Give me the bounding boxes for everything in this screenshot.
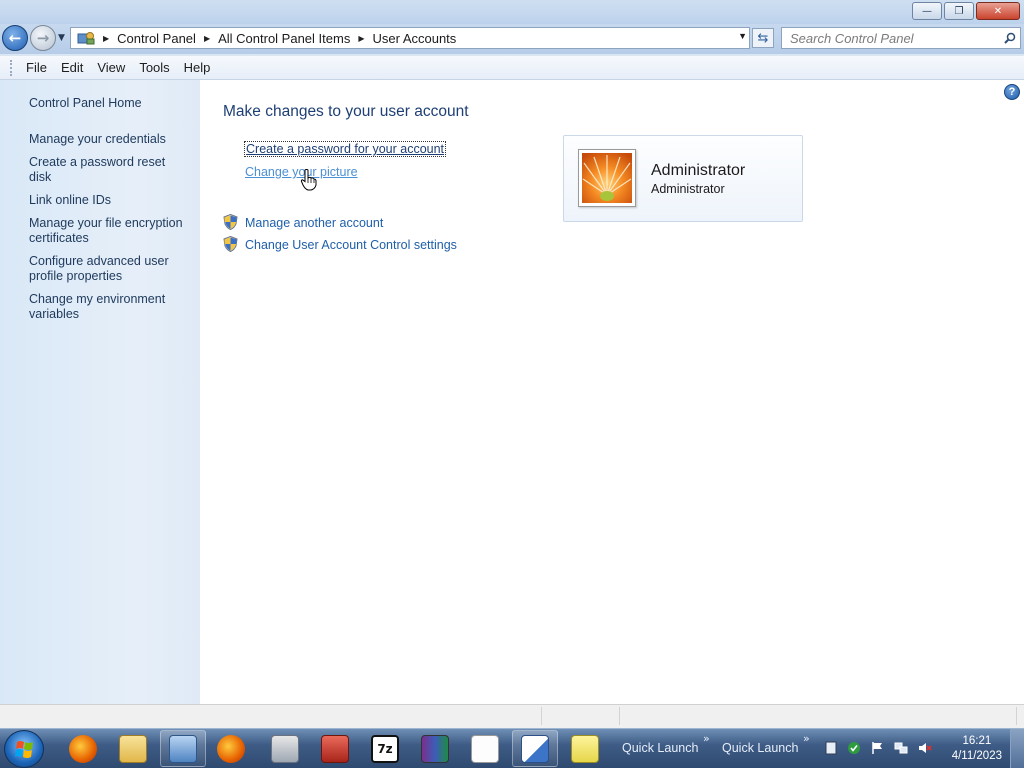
document-icon <box>471 734 499 763</box>
account-name: Administrator <box>651 162 746 179</box>
taskbar-7zip[interactable]: 7z <box>362 730 408 767</box>
sidebar-item-manage-credentials[interactable]: Manage your credentials <box>29 132 189 147</box>
taskbar-firefox-2[interactable] <box>208 730 254 767</box>
control-panel-icon <box>77 31 95 45</box>
sidebar-item-environment-variables[interactable]: Change my environment variables <box>29 292 189 322</box>
winrar-icon <box>421 734 449 763</box>
sidebar-item-file-encryption[interactable]: Manage your file encryption certificates <box>29 216 189 246</box>
forward-button[interactable]: → <box>30 25 56 51</box>
sticky-notes-icon <box>571 734 599 763</box>
manage-another-account-link[interactable]: Manage another account <box>245 216 383 230</box>
clock-time: 16:21 <box>962 735 992 747</box>
sidebar-item-profile-properties[interactable]: Configure advanced user profile properti… <box>29 254 189 284</box>
maximize-button[interactable]: ❐ <box>944 2 974 20</box>
menu-bar: File Edit View Tools Help <box>0 56 1024 80</box>
taskbar: 7z Quick Launch » Quick Launch » 16:21 4… <box>0 728 1024 768</box>
status-divider <box>619 707 620 725</box>
menu-tools[interactable]: Tools <box>132 60 176 75</box>
taskbar-sticky-notes[interactable] <box>562 730 608 767</box>
7zip-icon: 7z <box>371 734 399 763</box>
firefox-icon <box>69 734 97 763</box>
taskbar-notepad[interactable] <box>462 730 508 767</box>
address-bar[interactable]: ▶ Control Panel ▶ All Control Panel Item… <box>70 27 750 49</box>
hand-cursor-icon <box>300 169 317 191</box>
start-button[interactable] <box>4 730 44 768</box>
search-icon[interactable] <box>1000 32 1020 44</box>
breadcrumb-control-panel[interactable]: Control Panel <box>117 31 196 46</box>
taskbar-winrar[interactable] <box>412 730 458 767</box>
installer-icon <box>271 734 299 763</box>
toolbox-icon <box>321 734 349 763</box>
firefox-icon <box>217 734 245 763</box>
volume-muted-icon[interactable] <box>918 741 932 755</box>
status-bar <box>0 704 1024 728</box>
taskbar-app-installer[interactable] <box>262 730 308 767</box>
tray-document-icon[interactable] <box>824 741 838 755</box>
main-content: ? Make changes to your user account Crea… <box>200 80 1024 704</box>
security-check-icon[interactable] <box>847 741 861 755</box>
menu-edit[interactable]: Edit <box>54 60 90 75</box>
address-dropdown-icon[interactable]: ▼ <box>738 31 747 41</box>
taskbar-toolbox[interactable] <box>312 730 358 767</box>
folder-icon <box>119 734 147 763</box>
sidebar: Control Panel Home Manage your credentia… <box>0 80 200 704</box>
title-bar: — ❐ ✕ <box>0 0 1024 24</box>
account-type: Administrator <box>651 182 725 196</box>
breadcrumb-user-accounts[interactable]: User Accounts <box>372 31 456 46</box>
menu-file[interactable]: File <box>19 60 54 75</box>
uac-settings-link[interactable]: Change User Account Control settings <box>245 238 457 252</box>
flower-picture-icon <box>582 153 632 203</box>
create-password-link[interactable]: Create a password for your account <box>243 141 447 157</box>
taskbar-editor[interactable] <box>512 730 558 767</box>
taskbar-control-panel[interactable] <box>160 730 206 767</box>
recent-pages-dropdown-icon[interactable]: ▼ <box>58 33 65 43</box>
quick-launch-toolbar[interactable]: Quick Launch <box>622 741 698 755</box>
menu-grip <box>10 59 13 76</box>
uac-shield-icon <box>223 236 238 252</box>
user-picture[interactable] <box>578 149 636 207</box>
windows-logo-icon <box>15 741 33 758</box>
back-button[interactable]: ← <box>2 25 28 51</box>
chevron-right-icon[interactable]: » <box>703 732 710 745</box>
show-desktop-button[interactable] <box>1010 729 1024 768</box>
breadcrumb-separator-icon[interactable]: ▶ <box>103 34 109 43</box>
window-controls: — ❐ ✕ <box>912 2 1020 20</box>
menu-help[interactable]: Help <box>177 60 218 75</box>
breadcrumb-separator-icon[interactable]: ▶ <box>358 34 364 43</box>
network-icon[interactable] <box>894 741 908 755</box>
taskbar-firefox[interactable] <box>60 730 106 767</box>
action-center-flag-icon[interactable] <box>870 741 884 755</box>
navigation-bar: ← → ▼ ▶ Control Panel ▶ All Control Pane… <box>0 24 1024 54</box>
page-title: Make changes to your user account <box>223 103 469 120</box>
quick-launch-toolbar-2[interactable]: Quick Launch <box>722 741 798 755</box>
menu-view[interactable]: View <box>90 60 132 75</box>
search-box[interactable] <box>781 27 1021 49</box>
account-card: Administrator Administrator <box>563 135 803 222</box>
system-clock[interactable]: 16:21 4/11/2023 <box>952 734 1002 764</box>
chevron-right-icon[interactable]: » <box>803 732 810 745</box>
clock-date: 4/11/2023 <box>951 750 1002 762</box>
sidebar-item-password-reset-disk[interactable]: Create a password reset disk <box>29 155 189 185</box>
control-panel-icon <box>169 734 197 763</box>
taskbar-explorer[interactable] <box>110 730 156 767</box>
minimize-button[interactable]: — <box>912 2 942 20</box>
uac-shield-icon <box>223 214 238 230</box>
sidebar-control-panel-home[interactable]: Control Panel Home <box>29 96 200 110</box>
breadcrumb-separator-icon[interactable]: ▶ <box>204 34 210 43</box>
help-icon[interactable]: ? <box>1004 84 1020 100</box>
breadcrumb-all-items[interactable]: All Control Panel Items <box>218 31 350 46</box>
search-input[interactable] <box>790 30 1000 46</box>
status-divider <box>541 707 542 725</box>
sidebar-item-link-online-ids[interactable]: Link online IDs <box>29 193 189 208</box>
refresh-button[interactable]: ⇆ <box>752 28 774 48</box>
editor-icon <box>521 734 549 763</box>
status-divider <box>1016 707 1017 725</box>
close-button[interactable]: ✕ <box>976 2 1020 20</box>
